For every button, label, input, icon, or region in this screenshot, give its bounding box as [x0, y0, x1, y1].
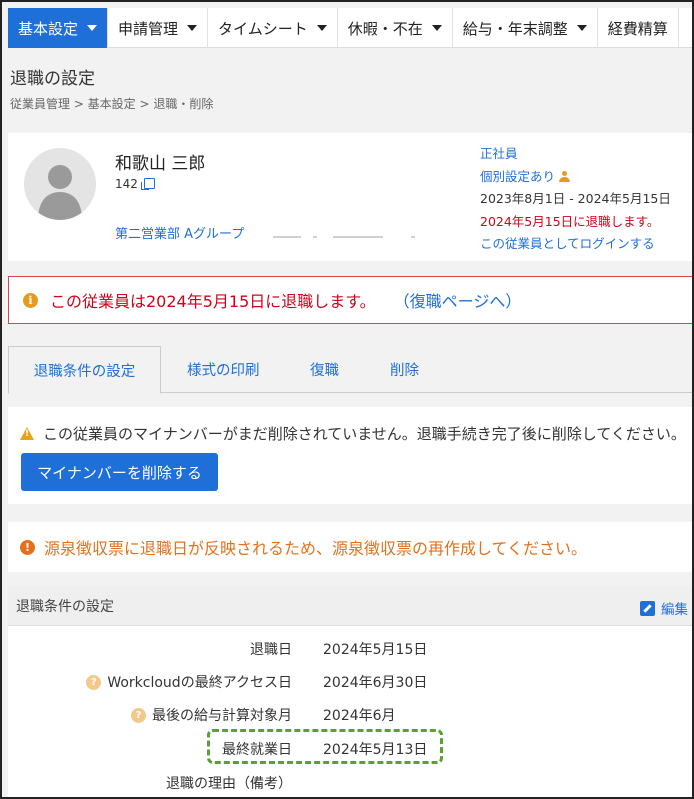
warning-icon — [20, 427, 34, 440]
nav-item-timesheet[interactable]: タイムシート — [208, 8, 338, 48]
chevron-down-icon — [431, 25, 442, 31]
copy-icon[interactable] — [140, 178, 155, 190]
employment-type-link[interactable]: 正社員 — [480, 143, 671, 166]
nav-label: 給与・年末調整 — [462, 19, 568, 38]
employee-department-link[interactable]: 第二営業部 Aグループ — [115, 223, 244, 242]
nav-item-expenses[interactable]: 経費精算 — [598, 8, 679, 48]
nav-item-payroll[interactable]: 給与・年末調整 — [453, 8, 598, 48]
settings-header: 退職条件の設定 編集 — [8, 586, 692, 626]
retirement-note: 2024年5月15日に退職します。 — [480, 213, 660, 229]
nav-item-requests[interactable]: 申請管理 — [108, 8, 209, 48]
retirement-alert: i この従業員は2024年5月15日に退職します。 （復職ページへ） — [8, 276, 692, 324]
employee-meta: 正社員 個別設定あり 2023年8月1日 - 2024年5月15日 2024年5… — [480, 143, 671, 256]
breadcrumb: 従業員管理 > 基本設定 > 退職・削除 — [10, 97, 214, 111]
settings-header-title: 退職条件の設定 — [16, 598, 114, 615]
retirement-reason-label: 退職の理由（備考） — [166, 776, 292, 792]
last-payroll-month-label: ? 最後の給与計算対象月 — [131, 705, 292, 725]
tab-print-forms[interactable]: 様式の印刷 — [187, 346, 260, 393]
help-icon[interactable]: ? — [131, 707, 146, 723]
mynumber-warning: この従業員のマイナンバーがまだ削除されていません。退職手続き完了後に削除してくだ… — [20, 423, 686, 444]
employee-id-value: 142 — [115, 177, 138, 191]
settings-row: 退職日 2024年5月15日 — [8, 633, 692, 663]
last-payroll-month-value: 2024年6月 — [323, 708, 396, 724]
tab-reinstatement[interactable]: 復職 — [310, 346, 339, 393]
mynumber-warning-text: この従業員のマイナンバーがまだ削除されていません。退職手続き完了後に削除してくだ… — [43, 425, 686, 443]
info-icon: i — [23, 292, 38, 308]
edit-label: 編集 — [661, 602, 688, 618]
last-payroll-month-label-text: 最後の給与計算対象月 — [152, 708, 292, 724]
tab-bar: 退職条件の設定 様式の印刷 復職 削除 — [8, 346, 692, 394]
chevron-down-icon — [576, 25, 587, 31]
settings-row: 退職の理由（備考） — [8, 767, 692, 797]
retirement-date-label: 退職日 — [250, 642, 292, 658]
nav-label: 休暇・不在 — [347, 19, 423, 38]
nav-label: タイムシート — [218, 19, 308, 38]
edit-button[interactable]: 編集 — [640, 598, 688, 618]
alert-text: この従業員は2024年5月15日に退職します。 — [50, 292, 376, 311]
chevron-down-icon — [87, 25, 98, 31]
last-access-label-text: Workcloudの最終アクセス日 — [107, 675, 292, 691]
app-frame: 基本設定 申請管理 タイムシート 休暇・不在 給与・年末調整 経費精算 退職の設… — [0, 0, 694, 799]
employment-period: 2023年8月1日 - 2024年5月15日 — [480, 191, 671, 206]
pencil-icon — [640, 600, 655, 616]
redacted-text — [273, 236, 423, 240]
nav-label: 申請管理 — [118, 19, 179, 38]
nav-item-leave[interactable]: 休暇・不在 — [338, 8, 453, 48]
last-access-value: 2024年6月30日 — [323, 675, 428, 691]
last-access-label: ? Workcloudの最終アクセス日 — [86, 672, 292, 692]
withholding-notice-text: 源泉徴収票に退職日が反映されるため、源泉徴収票の再作成してください。 — [44, 539, 588, 558]
settings-row: ? Workcloudの最終アクセス日 2024年6月30日 — [8, 666, 692, 696]
withholding-notice: ! 源泉徴収票に退職日が反映されるため、源泉徴収票の再作成してください。 — [8, 522, 692, 572]
login-as-employee-link[interactable]: この従業員としてログインする — [480, 233, 671, 256]
tab-retirement-conditions[interactable]: 退職条件の設定 — [8, 346, 161, 394]
nav-label: 経費精算 — [607, 19, 668, 38]
nav-item-basic-settings[interactable]: 基本設定 — [8, 8, 109, 48]
mynumber-warning-panel: この従業員のマイナンバーがまだ削除されていません。退職手続き完了後に削除してくだ… — [8, 407, 692, 504]
top-nav: 基本設定 申請管理 タイムシート 休暇・不在 給与・年末調整 経費精算 — [8, 8, 692, 48]
tab-delete[interactable]: 削除 — [390, 346, 419, 393]
reinstatement-page-link[interactable]: （復職ページへ） — [394, 288, 522, 312]
help-icon[interactable]: ? — [86, 674, 102, 690]
page-title: 退職の設定 — [10, 69, 95, 89]
avatar — [24, 148, 96, 220]
employee-id: 142 — [115, 177, 155, 191]
custom-settings-link[interactable]: 個別設定あり — [480, 169, 555, 184]
delete-mynumber-button[interactable]: マイナンバーを削除する — [21, 453, 218, 491]
employee-card: 和歌山 三郎 142 第二営業部 Aグループ 正社員 個別設定あり 2023年8… — [8, 133, 692, 261]
chevron-down-icon — [187, 25, 198, 31]
settings-row: ? 最後の給与計算対象月 2024年6月 — [8, 699, 692, 729]
exclamation-icon: ! — [20, 539, 35, 555]
employee-name: 和歌山 三郎 — [115, 154, 206, 174]
nav-label: 基本設定 — [18, 19, 79, 38]
retirement-settings-panel: 退職条件の設定 編集 退職日 2024年5月15日 ? Workcloudの最終… — [8, 586, 692, 797]
retirement-date-value: 2024年5月15日 — [323, 642, 428, 658]
person-icon — [559, 170, 571, 182]
person-placeholder-icon — [38, 165, 82, 220]
chevron-down-icon — [316, 25, 327, 31]
custom-settings-row[interactable]: 個別設定あり — [480, 166, 671, 189]
highlight-annotation — [207, 729, 443, 764]
